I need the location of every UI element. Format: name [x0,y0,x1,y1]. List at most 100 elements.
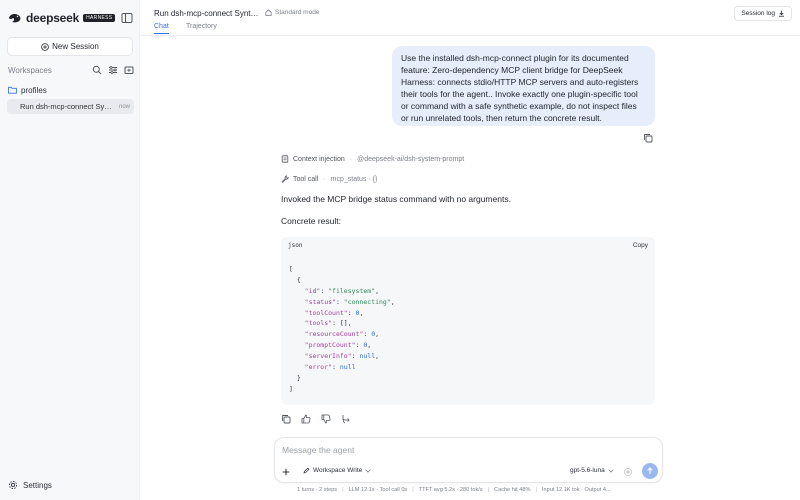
home-icon [265,9,272,16]
context-injection-meta: @deepseek-ai/dsh-system-prompt [357,155,465,163]
whale-logo-icon [9,14,21,23]
context-injection-label: Context injection [293,155,345,163]
code-line: "toolCount": 0, [304,308,364,317]
gear-icon [8,480,18,490]
folder-icon [8,86,17,94]
code-key: "toolCount" [304,308,348,317]
workspace-folder[interactable]: profiles [8,84,134,96]
branch-icon[interactable] [341,414,351,424]
brand-name: deepseek [26,11,80,25]
app-window: deepseek HARNESS New Session Workspaces [0,0,800,500]
code-key: "status" [304,297,336,306]
code-close-bracket: ] [289,384,293,393]
code-comma: , [367,341,372,350]
code-value: null [339,363,356,372]
copy-icon[interactable] [643,133,653,143]
stop-icon[interactable] [623,467,633,477]
code-key: "tools" [304,319,333,328]
status-divider: | [487,487,490,493]
workspace-mode-select[interactable]: Workspace Write [303,467,374,474]
result-label: Concrete result: [281,216,341,226]
model-label: gpt-5.6-luna [570,467,605,474]
sidebar-toggle-icon[interactable] [121,12,133,24]
new-folder-icon[interactable] [124,65,134,75]
code-key: "error" [304,363,333,372]
code-open-brace: { [296,275,301,284]
status-llm: LLM 12.1s · Tool call 0s [348,487,408,493]
status-io: Input 12.1K tok · Output 4... [541,487,611,493]
plus-icon [282,468,290,476]
session-log-button[interactable]: Session log [734,6,792,21]
code-value: "connecting" [343,297,391,306]
message-input[interactable] [282,445,652,455]
status-ttft: TTFT avg 5.2s · 280 tok/s [418,487,483,493]
mode-label: Standard mode [275,9,320,16]
code-language: json [288,242,303,249]
copy-icon[interactable] [281,414,291,424]
code-line: "id": "filesystem", [304,286,380,295]
code-comma: , [375,330,380,339]
mode-indicator: Standard mode [265,9,319,16]
brand: deepseek HARNESS [8,10,116,26]
workspaces-header: Workspaces [8,64,134,76]
code-line: "resourceCount": 0, [304,330,380,339]
new-session-label: New Session [52,42,99,51]
code-key: "id" [304,286,321,295]
code-line: "serverInfo": null, [304,352,380,361]
status-divider: | [412,487,414,493]
filter-icon[interactable] [108,65,118,75]
download-icon [779,10,784,17]
code-comma: , [390,297,395,306]
settings-button[interactable]: Settings [8,479,52,491]
message-composer: Workspace Write gpt-5.6-luna [274,437,663,483]
document-icon [281,155,289,163]
chevron-down-icon [365,468,371,473]
status-cache: Cache hit 48% [494,487,531,493]
code-comma: , [375,286,380,295]
tab-trajectory[interactable]: Trajectory [186,23,217,33]
tool-call-step[interactable]: Tool call · mcp_status · {} [281,173,377,185]
attach-button[interactable] [280,466,292,478]
tab-chat[interactable]: Chat [154,23,169,34]
status-divider: | [535,487,537,493]
model-select[interactable]: gpt-5.6-luna [570,467,614,474]
code-block: json Copy [ { "id": "filesystem", "statu… [281,237,655,405]
code-key: "resourceCount" [304,330,364,339]
session-log-label: Session log [741,10,775,17]
top-bar: Run dsh-mcp-connect Synthetic Standard m… [140,0,800,36]
send-button[interactable] [642,463,658,479]
assistant-reply: Invoked the MCP bridge status command wi… [281,194,511,204]
search-icon[interactable] [92,65,102,75]
code-comma: , [347,319,352,328]
brand-badge: HARNESS [83,14,116,22]
code-line: } [289,373,395,384]
session-title: Run dsh-mcp-connect Synthetic [20,102,115,111]
arrow-up-icon [647,467,653,474]
new-session-button[interactable]: New Session [7,37,133,56]
pencil-icon [303,467,310,474]
code-line: "promptCount": 0, [304,341,372,350]
code-value: [] [339,319,348,328]
chevron-down-icon [608,468,614,473]
wrench-icon [281,175,289,183]
folder-label: profiles [21,85,47,95]
plus-circle-icon [41,42,49,51]
page-title: Run dsh-mcp-connect Synthetic [154,9,260,18]
code-value: "filesystem" [328,286,376,295]
code-value: null [359,352,376,361]
code-copy-button[interactable]: Copy [633,242,648,249]
status-turns: 1 turns · 2 steps [297,487,338,493]
code-key: "serverInfo" [304,352,352,361]
code-line: "status": "connecting", [304,297,395,306]
session-item[interactable]: Run dsh-mcp-connect Synthetic now [7,99,134,114]
sidebar: deepseek HARNESS New Session Workspaces [0,0,140,500]
code-line: { [289,275,395,286]
thumbs-up-icon[interactable] [301,414,311,424]
status-bar: 1 turns · 2 steps | LLM 12.1s · Tool cal… [297,487,611,493]
code-line: "error": null [304,363,356,372]
context-injection-step[interactable]: Context injection · @deepseek-ai/dsh-sys… [281,153,464,165]
thumbs-down-icon[interactable] [321,414,331,424]
code-open-bracket: [ [289,265,293,273]
code-comma: , [359,308,364,317]
status-divider: | [342,487,344,493]
